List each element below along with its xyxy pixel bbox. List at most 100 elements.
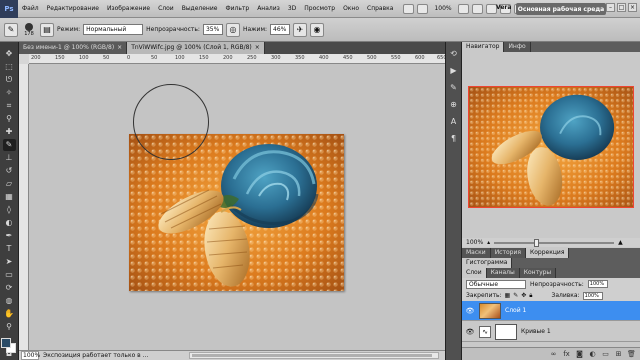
gradient-tool-icon[interactable]: ▦ bbox=[3, 191, 16, 203]
workspace-switcher[interactable]: Основная рабочая среда bbox=[516, 3, 606, 15]
foreground-color-swatch[interactable] bbox=[1, 338, 11, 348]
tab-adjustments[interactable]: Коррекция bbox=[525, 248, 570, 258]
marquee-tool-icon[interactable]: ⬚ bbox=[3, 61, 16, 73]
close-icon[interactable]: × bbox=[117, 42, 122, 54]
vertical-ruler[interactable] bbox=[19, 64, 29, 350]
zoom-tool-icon[interactable]: ⚲ bbox=[3, 321, 16, 333]
menu-select[interactable]: Выделение bbox=[178, 5, 222, 12]
mode-select[interactable]: Нормальный bbox=[83, 24, 144, 35]
layer-name[interactable]: Слой 1 bbox=[505, 307, 526, 314]
zoom-tool-icon[interactable] bbox=[471, 3, 483, 14]
tab-image[interactable]: TnViWWifc.jpg @ 100% (Слой 1, RGB/8) × bbox=[127, 42, 265, 54]
opacity-field[interactable]: 35% bbox=[202, 24, 223, 35]
tab-histogram[interactable]: Гистограмма bbox=[462, 258, 513, 268]
fill-field[interactable]: 100% bbox=[582, 291, 603, 300]
eraser-tool-icon[interactable]: ▱ bbox=[3, 178, 16, 190]
blur-tool-icon[interactable]: ◊ bbox=[3, 204, 16, 216]
healing-brush-tool-icon[interactable]: ✚ bbox=[3, 126, 16, 138]
trash-icon[interactable]: 🗑︎ bbox=[627, 350, 636, 358]
move-tool-icon[interactable]: ✥ bbox=[3, 48, 16, 60]
bridge-icon[interactable] bbox=[403, 3, 415, 14]
clone-source-icon[interactable]: ⊕ bbox=[448, 99, 459, 110]
layer-row[interactable]: 👁︎ ∿ Кривые 1 bbox=[462, 322, 640, 342]
layer-row[interactable]: 👁︎ Слой 1 bbox=[462, 301, 640, 321]
maximize-icon[interactable]: □ bbox=[617, 3, 626, 12]
tab-history[interactable]: История bbox=[490, 248, 526, 258]
pressure-opacity-icon[interactable]: ◎ bbox=[225, 22, 240, 37]
eye-icon[interactable]: 👁︎ bbox=[465, 307, 475, 315]
adjustment-layer-icon[interactable]: ◐ bbox=[588, 350, 597, 358]
history-brush-tool-icon[interactable]: ↺ bbox=[3, 165, 16, 177]
menu-edit[interactable]: Редактирование bbox=[43, 5, 103, 12]
tab-layers[interactable]: Слои bbox=[462, 268, 487, 278]
status-text[interactable]: Экспозиция работает только в ... bbox=[43, 352, 148, 359]
airbrush-icon[interactable]: ✈ bbox=[293, 22, 307, 37]
lasso-tool-icon[interactable]: ᘎ bbox=[3, 74, 16, 86]
path-select-tool-icon[interactable]: ➤ bbox=[3, 256, 16, 268]
type-tool-icon[interactable]: T bbox=[3, 243, 16, 255]
tab-masks[interactable]: Маски bbox=[462, 248, 491, 258]
menu-image[interactable]: Изображение bbox=[103, 5, 154, 12]
shape-tool-icon[interactable]: ▭ bbox=[3, 269, 16, 281]
layer-opacity-field[interactable]: 100% bbox=[587, 280, 608, 288]
menu-view[interactable]: Просмотр bbox=[300, 5, 339, 12]
flow-field[interactable]: 46% bbox=[270, 24, 290, 35]
menu-layers[interactable]: Слои bbox=[154, 5, 178, 12]
slider-knob[interactable] bbox=[534, 238, 540, 247]
tab-untitled[interactable]: Без имени-1 @ 100% (RGB/8) × bbox=[19, 42, 128, 54]
quick-select-tool-icon[interactable]: ✧ bbox=[3, 87, 16, 99]
close-icon[interactable]: × bbox=[255, 42, 260, 54]
hand-tool-icon[interactable] bbox=[457, 3, 469, 14]
mini-bridge-icon[interactable] bbox=[417, 3, 429, 14]
fx-icon[interactable]: fx bbox=[562, 350, 571, 358]
color-swatches[interactable] bbox=[1, 338, 17, 353]
lock-transparency-icon[interactable]: ▦ bbox=[505, 292, 511, 299]
lock-position-icon[interactable]: ✥ bbox=[521, 292, 526, 299]
link-icon[interactable]: ∞ bbox=[549, 350, 558, 358]
dodge-tool-icon[interactable]: ◐ bbox=[3, 217, 16, 229]
menu-file[interactable]: Файл bbox=[18, 5, 43, 12]
tab-navigator[interactable]: Навигатор bbox=[462, 42, 505, 52]
zoom-out-icon[interactable]: ▴ bbox=[487, 239, 490, 246]
menu-analysis[interactable]: Анализ bbox=[253, 5, 284, 12]
menu-3d[interactable]: 3D bbox=[284, 5, 300, 12]
zoom-in-icon[interactable]: ▲ bbox=[618, 239, 623, 246]
brush-preset-picker[interactable]: 178 bbox=[21, 20, 37, 40]
history-icon[interactable]: ⟲ bbox=[448, 48, 459, 59]
eyedropper-tool-icon[interactable]: ⚲ bbox=[3, 113, 16, 125]
close-icon[interactable]: × bbox=[628, 3, 637, 12]
3d-camera-tool-icon[interactable]: ◍ bbox=[3, 295, 16, 307]
tab-paths[interactable]: Контуры bbox=[519, 268, 557, 278]
3d-rotate-tool-icon[interactable]: ⟳ bbox=[3, 282, 16, 294]
add-mask-icon[interactable]: ◙ bbox=[575, 350, 584, 358]
menu-window[interactable]: Окно bbox=[339, 5, 363, 12]
clone-stamp-tool-icon[interactable]: ⊥ bbox=[3, 152, 16, 164]
scroll-thumb[interactable] bbox=[192, 354, 432, 357]
hand-tool-icon[interactable]: ✋ bbox=[3, 308, 16, 320]
tab-channels[interactable]: Каналы bbox=[486, 268, 520, 278]
navigator-preview[interactable] bbox=[468, 86, 634, 208]
crop-tool-icon[interactable]: ⌗ bbox=[3, 100, 16, 112]
brush-tool-icon[interactable]: ✎ bbox=[2, 139, 16, 151]
horizontal-scrollbar[interactable] bbox=[189, 352, 439, 359]
zoom-level[interactable]: 100% bbox=[431, 5, 454, 12]
new-layer-icon[interactable]: ⊞ bbox=[614, 350, 623, 358]
actions-icon[interactable]: ▶ bbox=[448, 65, 459, 76]
minimize-icon[interactable]: – bbox=[606, 3, 615, 12]
brush-panel-icon[interactable]: ▤ bbox=[40, 22, 54, 37]
lock-pixels-icon[interactable]: ✎ bbox=[513, 292, 518, 299]
navigator-zoom-slider[interactable] bbox=[494, 238, 615, 247]
blend-mode-select[interactable]: Обычные bbox=[466, 279, 526, 289]
lock-all-icon[interactable]: 🔒︎ bbox=[529, 292, 532, 300]
pressure-size-icon[interactable]: ◉ bbox=[310, 22, 324, 37]
group-icon[interactable]: ▭ bbox=[601, 350, 610, 358]
horizontal-ruler[interactable]: 200 150 100 50 0 50 100 150 200 250 300 … bbox=[29, 54, 445, 64]
layer-name[interactable]: Кривые 1 bbox=[521, 328, 551, 335]
canvas[interactable] bbox=[29, 64, 445, 350]
navigator-zoom-value[interactable]: 100% bbox=[466, 239, 483, 246]
brushes-icon[interactable]: ✎ bbox=[448, 82, 459, 93]
menu-help[interactable]: Справка bbox=[363, 5, 397, 12]
paragraph-icon[interactable]: ¶ bbox=[448, 133, 459, 144]
status-zoom[interactable]: 100% bbox=[21, 351, 40, 360]
tab-info[interactable]: Инфо bbox=[504, 42, 531, 52]
